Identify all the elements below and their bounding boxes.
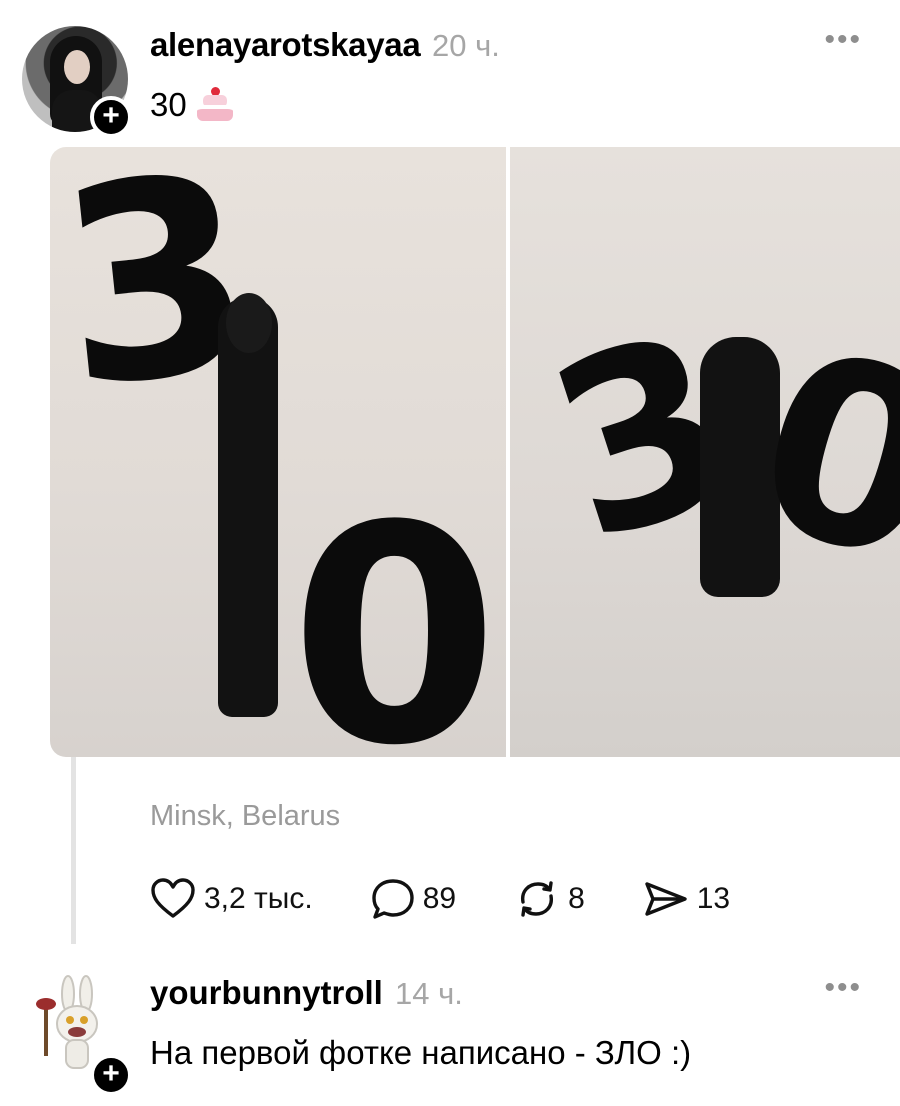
photo-2[interactable]: 3 0 (510, 147, 900, 757)
follow-plus-icon[interactable]: + (90, 1054, 132, 1096)
like-count: 3,2 тыс. (204, 882, 313, 915)
post-location[interactable]: Minsk, Belarus (150, 800, 340, 833)
post-caption: 30 (150, 86, 187, 123)
follow-plus-icon[interactable]: + (90, 96, 132, 138)
post-text: 30 (150, 86, 235, 124)
share-count: 13 (696, 882, 731, 915)
send-icon (643, 878, 689, 920)
comment-button[interactable]: 89 (371, 878, 456, 920)
reply-author-avatar[interactable]: + (24, 972, 132, 1096)
reply-text: На первой фотке написано - ЗЛО :) (150, 1034, 692, 1071)
share-button[interactable]: 13 (643, 878, 730, 920)
photo-carousel[interactable]: 3 0 3 0 (50, 147, 900, 757)
reply-timestamp: 14 ч. (395, 976, 463, 1011)
post-username[interactable]: alenayarotskayaa (150, 26, 421, 64)
reply-username[interactable]: yourbunnytroll (150, 974, 383, 1012)
repost-icon (514, 878, 560, 920)
comment-count: 89 (422, 882, 457, 915)
photo-1[interactable]: 3 0 (50, 147, 506, 757)
comment-bubble-icon (371, 878, 415, 920)
post-timestamp: 20 ч. (432, 28, 500, 63)
more-options-icon[interactable]: ••• (824, 973, 862, 1003)
balloon-digit: 0 (290, 462, 499, 758)
repost-count: 8 (568, 882, 585, 915)
heart-icon (150, 878, 196, 920)
person-head (226, 293, 272, 353)
post-author-avatar[interactable]: + (22, 26, 132, 138)
like-button[interactable]: 3,2 тыс. (150, 878, 313, 920)
post-actions: 3,2 тыс. 89 8 13 (150, 878, 788, 920)
repost-button[interactable]: 8 (514, 878, 585, 920)
more-options-icon[interactable]: ••• (824, 25, 862, 55)
person-figure (218, 297, 278, 717)
birthday-cake-icon (195, 87, 235, 123)
